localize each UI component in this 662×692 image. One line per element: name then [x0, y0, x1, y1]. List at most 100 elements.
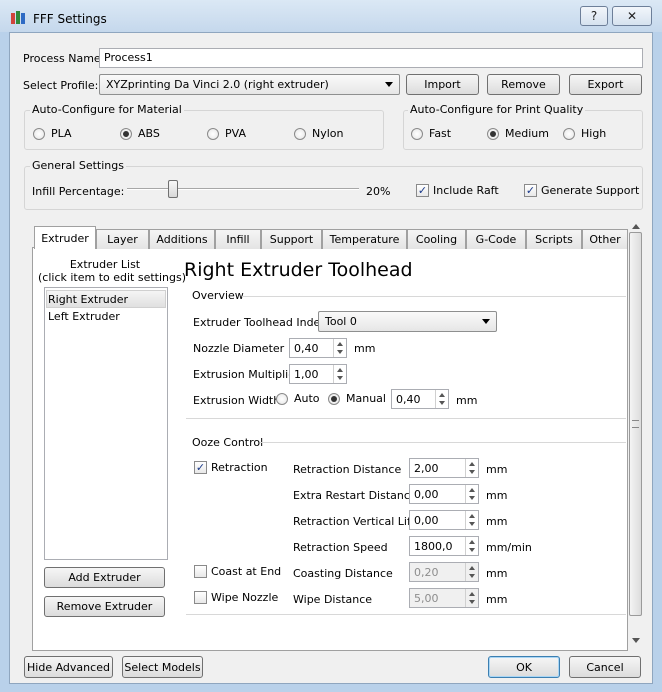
- extruder-item-right[interactable]: Right Extruder: [48, 293, 128, 306]
- extra-restart-distance-unit: mm: [486, 489, 508, 502]
- close-button[interactable]: ✕: [612, 6, 652, 26]
- retraction-speed-label: Retraction Speed: [293, 541, 388, 554]
- extrusion-multiplier-value: 1,00: [294, 368, 319, 381]
- extruder-listbox[interactable]: [44, 287, 168, 560]
- coast-at-end-label: Coast at End: [211, 565, 282, 578]
- retraction-distance-unit: mm: [486, 463, 508, 476]
- quality-fast-radio[interactable]: [411, 128, 423, 140]
- extra-restart-distance-value: 0,00: [414, 488, 439, 501]
- retraction-vertical-lift-value: 0,00: [414, 514, 439, 527]
- tab-infill[interactable]: Infill: [215, 229, 261, 249]
- stepper-arrows-icon[interactable]: [465, 537, 478, 555]
- toolhead-index-label: Extruder Toolhead Index: [193, 316, 327, 329]
- extruder-item-left[interactable]: Left Extruder: [48, 310, 120, 323]
- nozzle-diameter-value: 0,40: [294, 342, 319, 355]
- width-manual-radio[interactable]: [328, 393, 340, 405]
- width-auto-radio[interactable]: [276, 393, 288, 405]
- nozzle-diameter-spinbox[interactable]: 0,40: [289, 338, 347, 358]
- coast-at-end-checkbox[interactable]: [194, 565, 207, 578]
- stepper-arrows-icon[interactable]: [465, 459, 478, 477]
- quality-medium-label: Medium: [505, 127, 549, 140]
- stepper-arrows-icon[interactable]: [333, 365, 346, 383]
- close-icon: ✕: [626, 9, 638, 23]
- generate-support-checkbox[interactable]: ✓: [524, 184, 537, 197]
- retraction-checkbox[interactable]: ✓: [194, 461, 207, 474]
- extra-restart-distance-label: Extra Restart Distance: [293, 489, 417, 502]
- stepper-arrows-icon[interactable]: [465, 589, 478, 607]
- ok-button[interactable]: OK: [488, 656, 560, 678]
- wipe-distance-spinbox[interactable]: 5,00: [409, 588, 479, 608]
- retraction-speed-unit: mm/min: [486, 541, 532, 554]
- overview-bottom-divider: [186, 418, 626, 419]
- process-name-input[interactable]: Process1: [99, 48, 643, 68]
- scroll-down-icon[interactable]: [632, 638, 640, 643]
- overview-divider: [242, 296, 626, 297]
- hide-advanced-button[interactable]: Hide Advanced: [24, 656, 113, 678]
- chevron-down-icon: [385, 82, 393, 87]
- toolhead-index-select[interactable]: Tool 0: [318, 311, 497, 332]
- retraction-speed-value: 1800,0: [414, 540, 453, 553]
- include-raft-checkbox[interactable]: ✓: [416, 184, 429, 197]
- stepper-arrows-icon[interactable]: [333, 339, 346, 357]
- width-auto-label: Auto: [294, 392, 320, 405]
- tab-gcode[interactable]: G-Code: [466, 229, 526, 249]
- generate-support-label: Generate Support: [541, 184, 640, 197]
- retraction-speed-spinbox[interactable]: 1800,0: [409, 536, 479, 556]
- help-button[interactable]: ?: [580, 6, 608, 26]
- import-button[interactable]: Import: [406, 74, 479, 95]
- stepper-arrows-icon[interactable]: [435, 390, 448, 408]
- tab-additions[interactable]: Additions: [149, 229, 215, 249]
- overview-title: Overview: [190, 289, 246, 302]
- tab-cooling[interactable]: Cooling: [407, 229, 466, 249]
- quality-medium-radio[interactable]: [487, 128, 499, 140]
- tab-extruder[interactable]: Extruder: [34, 226, 96, 249]
- extrusion-multiplier-spinbox[interactable]: 1,00: [289, 364, 347, 384]
- coasting-distance-spinbox[interactable]: 0,20: [409, 562, 479, 582]
- retraction-distance-label: Retraction Distance: [293, 463, 402, 476]
- add-extruder-button[interactable]: Add Extruder: [44, 567, 165, 588]
- retraction-vertical-lift-spinbox[interactable]: 0,00: [409, 510, 479, 530]
- retraction-distance-spinbox[interactable]: 2,00: [409, 458, 479, 478]
- infill-percentage-value: 20%: [366, 185, 391, 198]
- material-group-title: Auto-Configure for Material: [30, 103, 184, 116]
- quality-high-radio[interactable]: [563, 128, 575, 140]
- extrusion-width-spinbox[interactable]: 0,40: [391, 389, 449, 409]
- app-logo-icon: [10, 10, 26, 26]
- retraction-distance-value: 2,00: [414, 462, 439, 475]
- material-nylon-label: Nylon: [312, 127, 344, 140]
- export-button[interactable]: Export: [569, 74, 642, 95]
- tab-other[interactable]: Other: [582, 229, 628, 249]
- material-nylon-radio[interactable]: [294, 128, 306, 140]
- stepper-arrows-icon[interactable]: [465, 563, 478, 581]
- tab-layer[interactable]: Layer: [96, 229, 149, 249]
- tab-scripts[interactable]: Scripts: [526, 229, 582, 249]
- infill-slider-handle[interactable]: [168, 180, 179, 198]
- stepper-arrows-icon[interactable]: [465, 485, 478, 503]
- infill-percentage-label: Infill Percentage:: [32, 185, 125, 198]
- infill-slider-track[interactable]: [127, 188, 359, 190]
- tab-support[interactable]: Support: [261, 229, 322, 249]
- coasting-distance-unit: mm: [486, 567, 508, 580]
- remove-extruder-button[interactable]: Remove Extruder: [44, 596, 165, 617]
- extra-restart-distance-spinbox[interactable]: 0,00: [409, 484, 479, 504]
- width-manual-label: Manual: [346, 392, 386, 405]
- profile-select[interactable]: XYZprinting Da Vinci 2.0 (right extruder…: [99, 74, 400, 95]
- stepper-arrows-icon[interactable]: [465, 511, 478, 529]
- cancel-button[interactable]: Cancel: [569, 656, 641, 678]
- wipe-nozzle-checkbox[interactable]: [194, 591, 207, 604]
- extruder-list-hint: (click item to edit settings): [38, 271, 187, 284]
- extrusion-multiplier-label: Extrusion Multiplier: [193, 368, 300, 381]
- coasting-distance-label: Coasting Distance: [293, 567, 393, 580]
- grip-icon: [632, 420, 639, 428]
- material-abs-label: ABS: [138, 127, 160, 140]
- retraction-vertical-lift-label: Retraction Vertical Lift: [293, 515, 415, 528]
- remove-profile-button[interactable]: Remove: [487, 74, 560, 95]
- material-pla-radio[interactable]: [33, 128, 45, 140]
- scroll-up-icon[interactable]: [632, 224, 640, 229]
- wipe-nozzle-label: Wipe Nozzle: [211, 591, 279, 604]
- tab-temperature[interactable]: Temperature: [322, 229, 407, 249]
- select-models-button[interactable]: Select Models: [122, 656, 203, 678]
- material-abs-radio[interactable]: [120, 128, 132, 140]
- material-pva-radio[interactable]: [207, 128, 219, 140]
- retraction-label: Retraction: [211, 461, 268, 474]
